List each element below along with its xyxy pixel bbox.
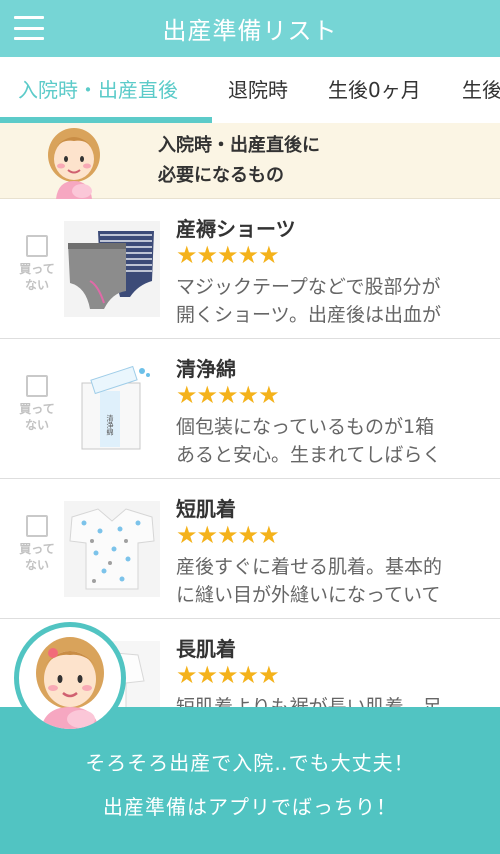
not-bought-toggle[interactable]: 買って ない xyxy=(12,375,62,433)
cotton-pads-image: 清浄綿 xyxy=(64,361,160,457)
category-tabs: 入院時・出産直後 退院時 生後0ヶ月 生後 xyxy=(0,57,500,123)
checkbox[interactable] xyxy=(26,235,48,257)
section-title: 入院時・出産直後に 必要になるもの xyxy=(158,135,320,186)
mother-avatar-icon xyxy=(48,128,100,199)
list-item[interactable]: 買って ない 産褥ショーツ ★★★★★ マジックテープなどで股部分が 開くショー… xyxy=(0,199,500,339)
item-description: マジックテープなどで股部分が 開くショーツ。出産後は出血が xyxy=(176,276,442,326)
checkbox[interactable] xyxy=(26,375,48,397)
app-screen: 出産準備リスト 入院時・出産直後 退院時 生後0ヶ月 生後 入院時・出産直後に … xyxy=(0,0,500,854)
promo-line-2: 出産準備はアプリでばっちり！ xyxy=(103,795,397,819)
package-label: 清浄綿 xyxy=(106,414,114,437)
check-label: ない xyxy=(24,418,49,432)
not-bought-toggle[interactable]: 買って ない xyxy=(12,515,62,573)
item-name: 長肌着 xyxy=(176,637,236,661)
check-label: 買って xyxy=(19,262,55,276)
promo-line-1: そろそろ出産で入院‥でも大丈夫！ xyxy=(85,751,415,775)
check-label: ない xyxy=(24,558,49,572)
list-item[interactable]: 買って ない 短肌着 ★★★★★ 産後すぐに着せる肌着。基本的 に縫い目が外縫い… xyxy=(0,479,500,619)
mother-mascot-icon xyxy=(36,637,104,729)
item-description: 個包装になっているものが1箱 あると安心。生まれてしばらく xyxy=(176,416,442,466)
tab-admission[interactable]: 入院時・出産直後 xyxy=(18,57,178,123)
item-name: 清浄綿 xyxy=(176,357,236,381)
maternity-shorts-image xyxy=(64,221,160,317)
mascot-avatar xyxy=(14,622,126,734)
rating-stars: ★★★★★ xyxy=(176,241,280,269)
not-bought-toggle[interactable]: 買って ない xyxy=(12,235,62,293)
item-name: 短肌着 xyxy=(176,497,236,521)
check-label: 買って xyxy=(19,542,55,556)
checkbox[interactable] xyxy=(26,515,48,537)
app-header: 出産準備リスト xyxy=(0,0,500,57)
rating-stars: ★★★★★ xyxy=(176,381,280,409)
item-name: 産褥ショーツ xyxy=(176,217,296,241)
rating-stars: ★★★★★ xyxy=(176,521,280,549)
check-label: 買って xyxy=(19,402,55,416)
short-undershirt-image xyxy=(64,501,160,597)
list-item[interactable]: 買って ない 清浄綿 清浄綿 ★★★★★ 個包装になっているものが1箱 あると安… xyxy=(0,339,500,479)
tab-month-next[interactable]: 生後 xyxy=(462,57,500,123)
hamburger-menu-icon[interactable] xyxy=(14,16,44,40)
section-banner: 入院時・出産直後に 必要になるもの xyxy=(0,123,500,199)
tab-month-0[interactable]: 生後0ヶ月 xyxy=(328,57,421,123)
rating-stars: ★★★★★ xyxy=(176,661,280,689)
item-description: 産後すぐに着せる肌着。基本的 に縫い目が外縫いになっていて xyxy=(176,556,443,606)
page-title: 出産準備リスト xyxy=(162,17,338,45)
check-label: ない xyxy=(24,278,49,292)
tab-discharge[interactable]: 退院時 xyxy=(228,57,288,123)
